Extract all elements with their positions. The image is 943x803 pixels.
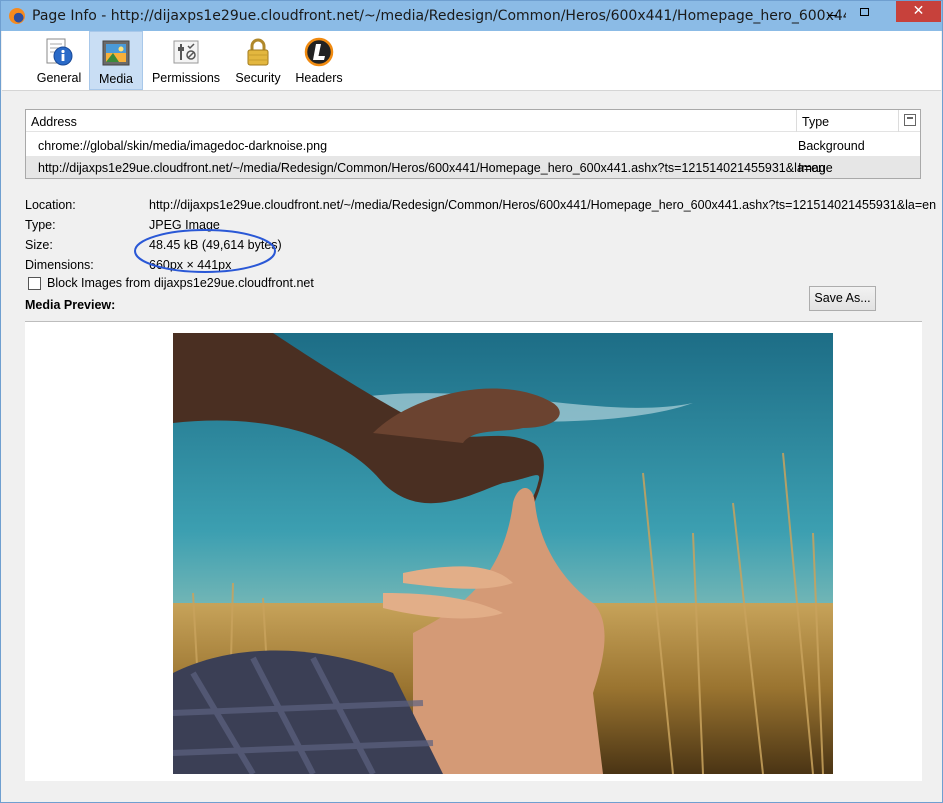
tab-permissions-label: Permissions <box>151 71 221 85</box>
list-item[interactable]: chrome://global/skin/media/imagedoc-dark… <box>26 134 920 156</box>
column-header-type[interactable]: Type <box>802 115 829 129</box>
maximize-button[interactable] <box>851 2 877 22</box>
tab-media-label: Media <box>98 72 134 86</box>
l-logo-icon <box>304 37 334 67</box>
list-item-address: http://dijaxps1e29ue.cloudfront.net/~/me… <box>38 161 826 175</box>
preview-image[interactable] <box>173 333 833 774</box>
minimize-button[interactable] <box>819 2 845 22</box>
close-button[interactable]: ✕ <box>896 1 941 22</box>
location-label: Location: <box>25 198 76 212</box>
close-icon: ✕ <box>912 2 925 18</box>
type-label: Type: <box>25 218 56 232</box>
media-list-header: Address Type <box>26 110 920 132</box>
column-header-address[interactable]: Address <box>31 115 77 129</box>
info-icon <box>46 38 73 66</box>
block-images-checkbox[interactable] <box>28 277 41 290</box>
dimensions-label: Dimensions: <box>25 258 94 272</box>
page-info-window: Page Info - http://dijaxps1e29ue.cloudfr… <box>0 0 943 803</box>
media-list[interactable]: Address Type chrome://global/skin/media/… <box>25 109 921 179</box>
tab-headers-label: Headers <box>295 71 343 85</box>
maximize-icon <box>859 8 869 16</box>
media-preview-area <box>25 321 922 781</box>
list-item-type: Image <box>798 161 833 175</box>
tab-media[interactable]: Media <box>89 31 143 90</box>
save-as-button[interactable]: Save As... <box>809 286 876 311</box>
minimize-icon <box>827 15 837 16</box>
list-item-type: Background <box>798 139 865 153</box>
list-item-address: chrome://global/skin/media/imagedoc-dark… <box>38 139 328 153</box>
sliders-icon <box>173 40 199 64</box>
tab-general-label: General <box>36 71 82 85</box>
firefox-icon <box>9 8 25 24</box>
column-picker-icon[interactable] <box>904 114 916 126</box>
size-label: Size: <box>25 238 53 252</box>
tab-general[interactable]: General <box>30 31 88 90</box>
lock-icon <box>247 38 269 66</box>
highlight-ellipse <box>134 229 276 273</box>
column-separator[interactable] <box>796 110 797 132</box>
block-images-label[interactable]: Block Images from dijaxps1e29ue.cloudfro… <box>47 276 314 290</box>
media-preview-label: Media Preview: <box>25 298 116 312</box>
media-icon <box>102 40 130 66</box>
list-item[interactable]: http://dijaxps1e29ue.cloudfront.net/~/me… <box>26 156 920 178</box>
window-title: Page Info - http://dijaxps1e29ue.cloudfr… <box>32 8 846 24</box>
location-value: http://dijaxps1e29ue.cloudfront.net/~/me… <box>149 198 937 212</box>
tab-security-label: Security <box>235 71 281 85</box>
tab-security[interactable]: Security <box>231 31 285 90</box>
tab-headers[interactable]: Headers <box>292 31 346 90</box>
tab-permissions[interactable]: Permissions <box>147 31 225 90</box>
column-separator[interactable] <box>898 110 899 132</box>
title-bar[interactable]: Page Info - http://dijaxps1e29ue.cloudfr… <box>1 1 942 31</box>
page-info-toolbar: General Media Permissions Security Heade… <box>2 31 941 91</box>
